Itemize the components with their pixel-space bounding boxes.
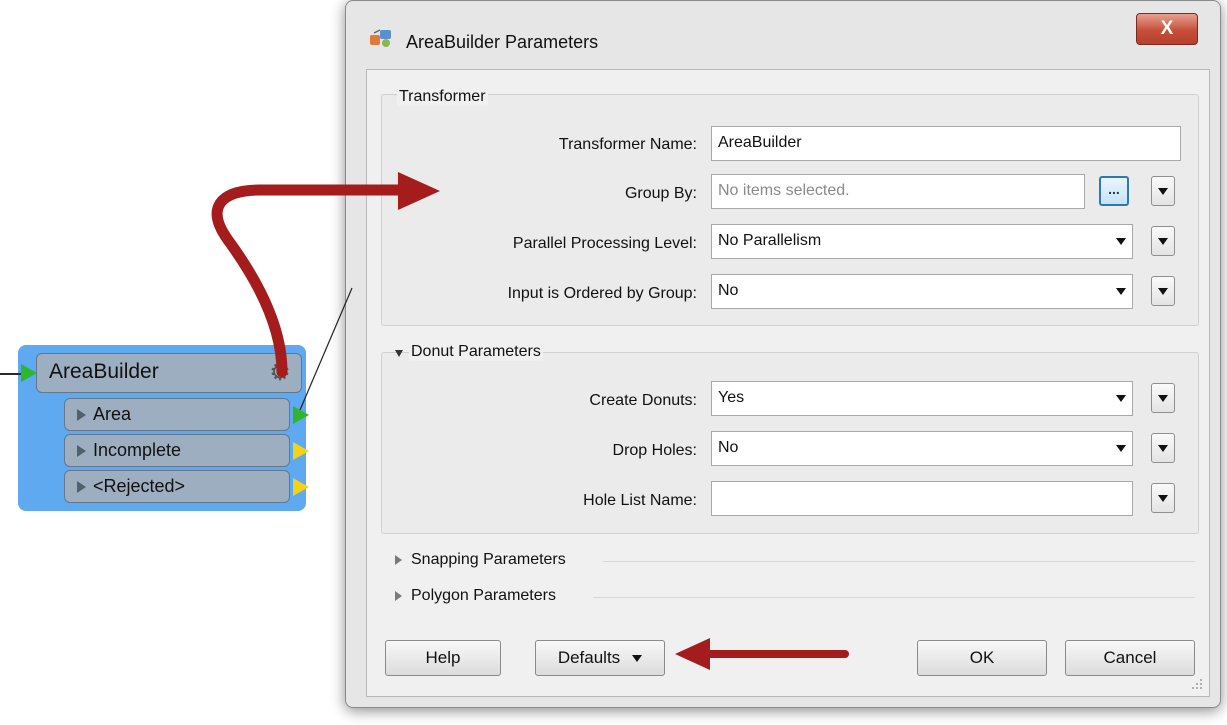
port-label: Area [93,404,132,424]
group-by-label: Group By: [624,185,697,202]
transformer-app-icon [370,29,391,47]
drop-holes-label: Drop Holes: [612,442,697,459]
parallel-processing-menu-button[interactable] [1151,226,1175,256]
close-button[interactable]: X [1136,13,1198,45]
output-port-arrow-icon[interactable] [293,478,309,496]
expand-triangle-icon [77,481,86,493]
expand-triangle-icon [77,445,86,457]
port-label: <Rejected> [93,476,186,496]
ordered-by-group-label: Input is Ordered by Group: [507,285,697,302]
expand-triangle-icon[interactable] [395,591,402,601]
create-donuts-select[interactable]: Yes [711,381,1133,416]
drop-holes-select[interactable]: No [711,431,1133,466]
group-by-menu-button[interactable] [1151,176,1175,206]
dialog-body: Transformer Transformer Name: AreaBuilde… [366,69,1210,697]
group-title-donut[interactable]: Donut Parameters [409,343,543,361]
input-connection-line [0,373,22,375]
expand-triangle-icon [77,409,86,421]
create-donuts-value: Yes [718,389,745,406]
help-button-label: Help [425,648,461,667]
section-divider [593,597,1195,598]
group-by-browse-button[interactable]: ... [1099,176,1129,206]
section-snapping-parameters[interactable]: Snapping Parameters [411,551,566,569]
chevron-down-icon [1116,238,1126,245]
collapse-triangle-icon[interactable] [395,350,403,357]
cancel-button[interactable]: Cancel [1065,640,1195,676]
parallel-processing-select[interactable]: No Parallelism [711,224,1133,259]
section-divider [603,561,1195,562]
ordered-by-group-menu-button[interactable] [1151,276,1175,306]
dialog-title: AreaBuilder Parameters [406,32,599,52]
input-port-arrow-icon[interactable] [21,364,37,382]
output-port-incomplete[interactable]: Incomplete [64,434,309,467]
create-donuts-label: Create Donuts: [589,392,697,409]
chevron-down-icon [632,655,643,663]
transformer-name-input[interactable]: AreaBuilder [711,126,1181,161]
resize-grip-icon[interactable] [1191,678,1203,690]
dialog-titlebar[interactable]: AreaBuilder Parameters X [346,1,1220,59]
hole-list-name-label: Hole List Name: [583,492,697,509]
group-by-input[interactable]: No items selected. [711,174,1085,209]
transformer-header[interactable]: AreaBuilder ⚙ [36,353,302,393]
expand-triangle-icon[interactable] [395,555,402,565]
parallel-processing-value: No Parallelism [718,232,822,249]
create-donuts-menu-button[interactable] [1151,383,1175,413]
port-label: Incomplete [93,440,182,460]
parallel-processing-label: Parallel Processing Level: [512,235,697,252]
section-polygon-parameters[interactable]: Polygon Parameters [411,587,556,605]
transformer-name-label: Transformer Name: [558,136,697,153]
output-port-arrow-icon[interactable] [293,442,309,460]
ordered-by-group-select[interactable]: No [711,274,1133,309]
gear-icon[interactable]: ⚙ [267,360,293,386]
group-title-transformer: Transformer [397,88,488,106]
output-port-area[interactable]: Area [64,398,309,431]
cancel-button-label: Cancel [1103,648,1157,667]
drop-holes-value: No [718,439,739,456]
drop-holes-menu-button[interactable] [1151,433,1175,463]
parameters-dialog: AreaBuilder Parameters X Transformer Tra… [345,0,1221,708]
ordered-by-group-value: No [718,282,739,299]
chevron-down-icon [1116,445,1126,452]
transformer-title: AreaBuilder [49,360,159,383]
output-port-rejected[interactable]: <Rejected> [64,470,309,503]
defaults-button[interactable]: Defaults [535,640,665,676]
defaults-button-label: Defaults [557,648,621,667]
chevron-down-icon [1116,395,1126,402]
output-port-arrow-icon[interactable] [293,406,309,424]
hole-list-name-input[interactable] [711,481,1133,516]
help-button[interactable]: Help [385,640,501,676]
chevron-down-icon [1116,288,1126,295]
ok-button-label: OK [969,648,995,667]
hole-list-name-menu-button[interactable] [1151,483,1175,513]
ok-button[interactable]: OK [917,640,1047,676]
